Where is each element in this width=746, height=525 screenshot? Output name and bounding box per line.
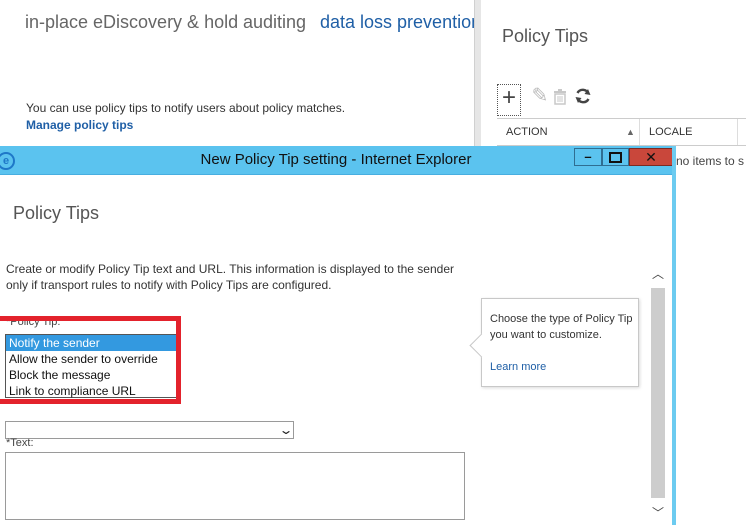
scroll-down-icon[interactable]: ﹀	[650, 505, 666, 521]
chevron-down-icon: ⌄	[278, 423, 294, 437]
red-highlight-box	[0, 316, 181, 404]
policy-tips-panel-title: Policy Tips	[502, 26, 589, 46]
dialog-content: Policy Tips Create or modify Policy Tip …	[0, 175, 672, 525]
policy-tips-description: You can use policy tips to notify users …	[26, 101, 346, 115]
policy-tips-toolbar: + ✎	[497, 84, 607, 116]
vertical-scrollbar[interactable]: ︿ ﹀	[650, 266, 666, 525]
text-label: *Text:	[6, 437, 34, 449]
pencil-icon[interactable]: ✎	[529, 84, 551, 108]
maximize-button[interactable]	[602, 148, 629, 166]
pane-divider	[474, 0, 481, 148]
tab-data-loss-prevention[interactable]: data loss prevention	[320, 12, 481, 33]
learn-more-link[interactable]: Learn more	[490, 361, 546, 373]
sort-up-icon: ▲	[626, 127, 635, 137]
dialog-description: Create or modify Policy Tip text and URL…	[6, 262, 454, 292]
ie-popup-window: New Policy Tip setting - Internet Explor…	[0, 146, 676, 525]
column-header-action[interactable]: ACTION ▲	[497, 119, 640, 145]
tab-ediscovery[interactable]: in-place eDiscovery & hold	[25, 12, 238, 33]
policy-tip-select[interactable]: ⌄	[5, 421, 294, 439]
trash-icon[interactable]	[549, 84, 571, 108]
manage-policy-tips-link[interactable]: Manage policy tips	[26, 118, 133, 132]
window-titlebar[interactable]: New Policy Tip setting - Internet Explor…	[0, 146, 672, 175]
help-callout: Choose the type of Policy Tip you want t…	[469, 298, 639, 387]
text-input[interactable]	[5, 452, 465, 520]
refresh-icon[interactable]	[572, 84, 594, 108]
scroll-thumb[interactable]	[651, 288, 665, 498]
dialog-title: Policy Tips	[13, 203, 100, 223]
minimize-button[interactable]: –	[574, 148, 602, 166]
column-header-locale[interactable]: LOCALE	[640, 119, 738, 145]
window-title: New Policy Tip setting - Internet Explor…	[200, 151, 472, 168]
policy-tips-table-header: ACTION▲ LOCALE T	[497, 118, 746, 146]
plus-icon[interactable]: +	[497, 84, 521, 116]
column-header-text[interactable]: T	[738, 119, 746, 145]
tab-auditing[interactable]: auditing	[243, 12, 306, 33]
close-button[interactable]: ✕	[629, 148, 672, 166]
callout-text: Choose the type of Policy Tip you want t…	[490, 313, 633, 341]
maximize-icon	[609, 152, 622, 163]
empty-list-message: no items to s	[676, 154, 745, 168]
scroll-up-icon[interactable]: ︿	[650, 266, 666, 282]
